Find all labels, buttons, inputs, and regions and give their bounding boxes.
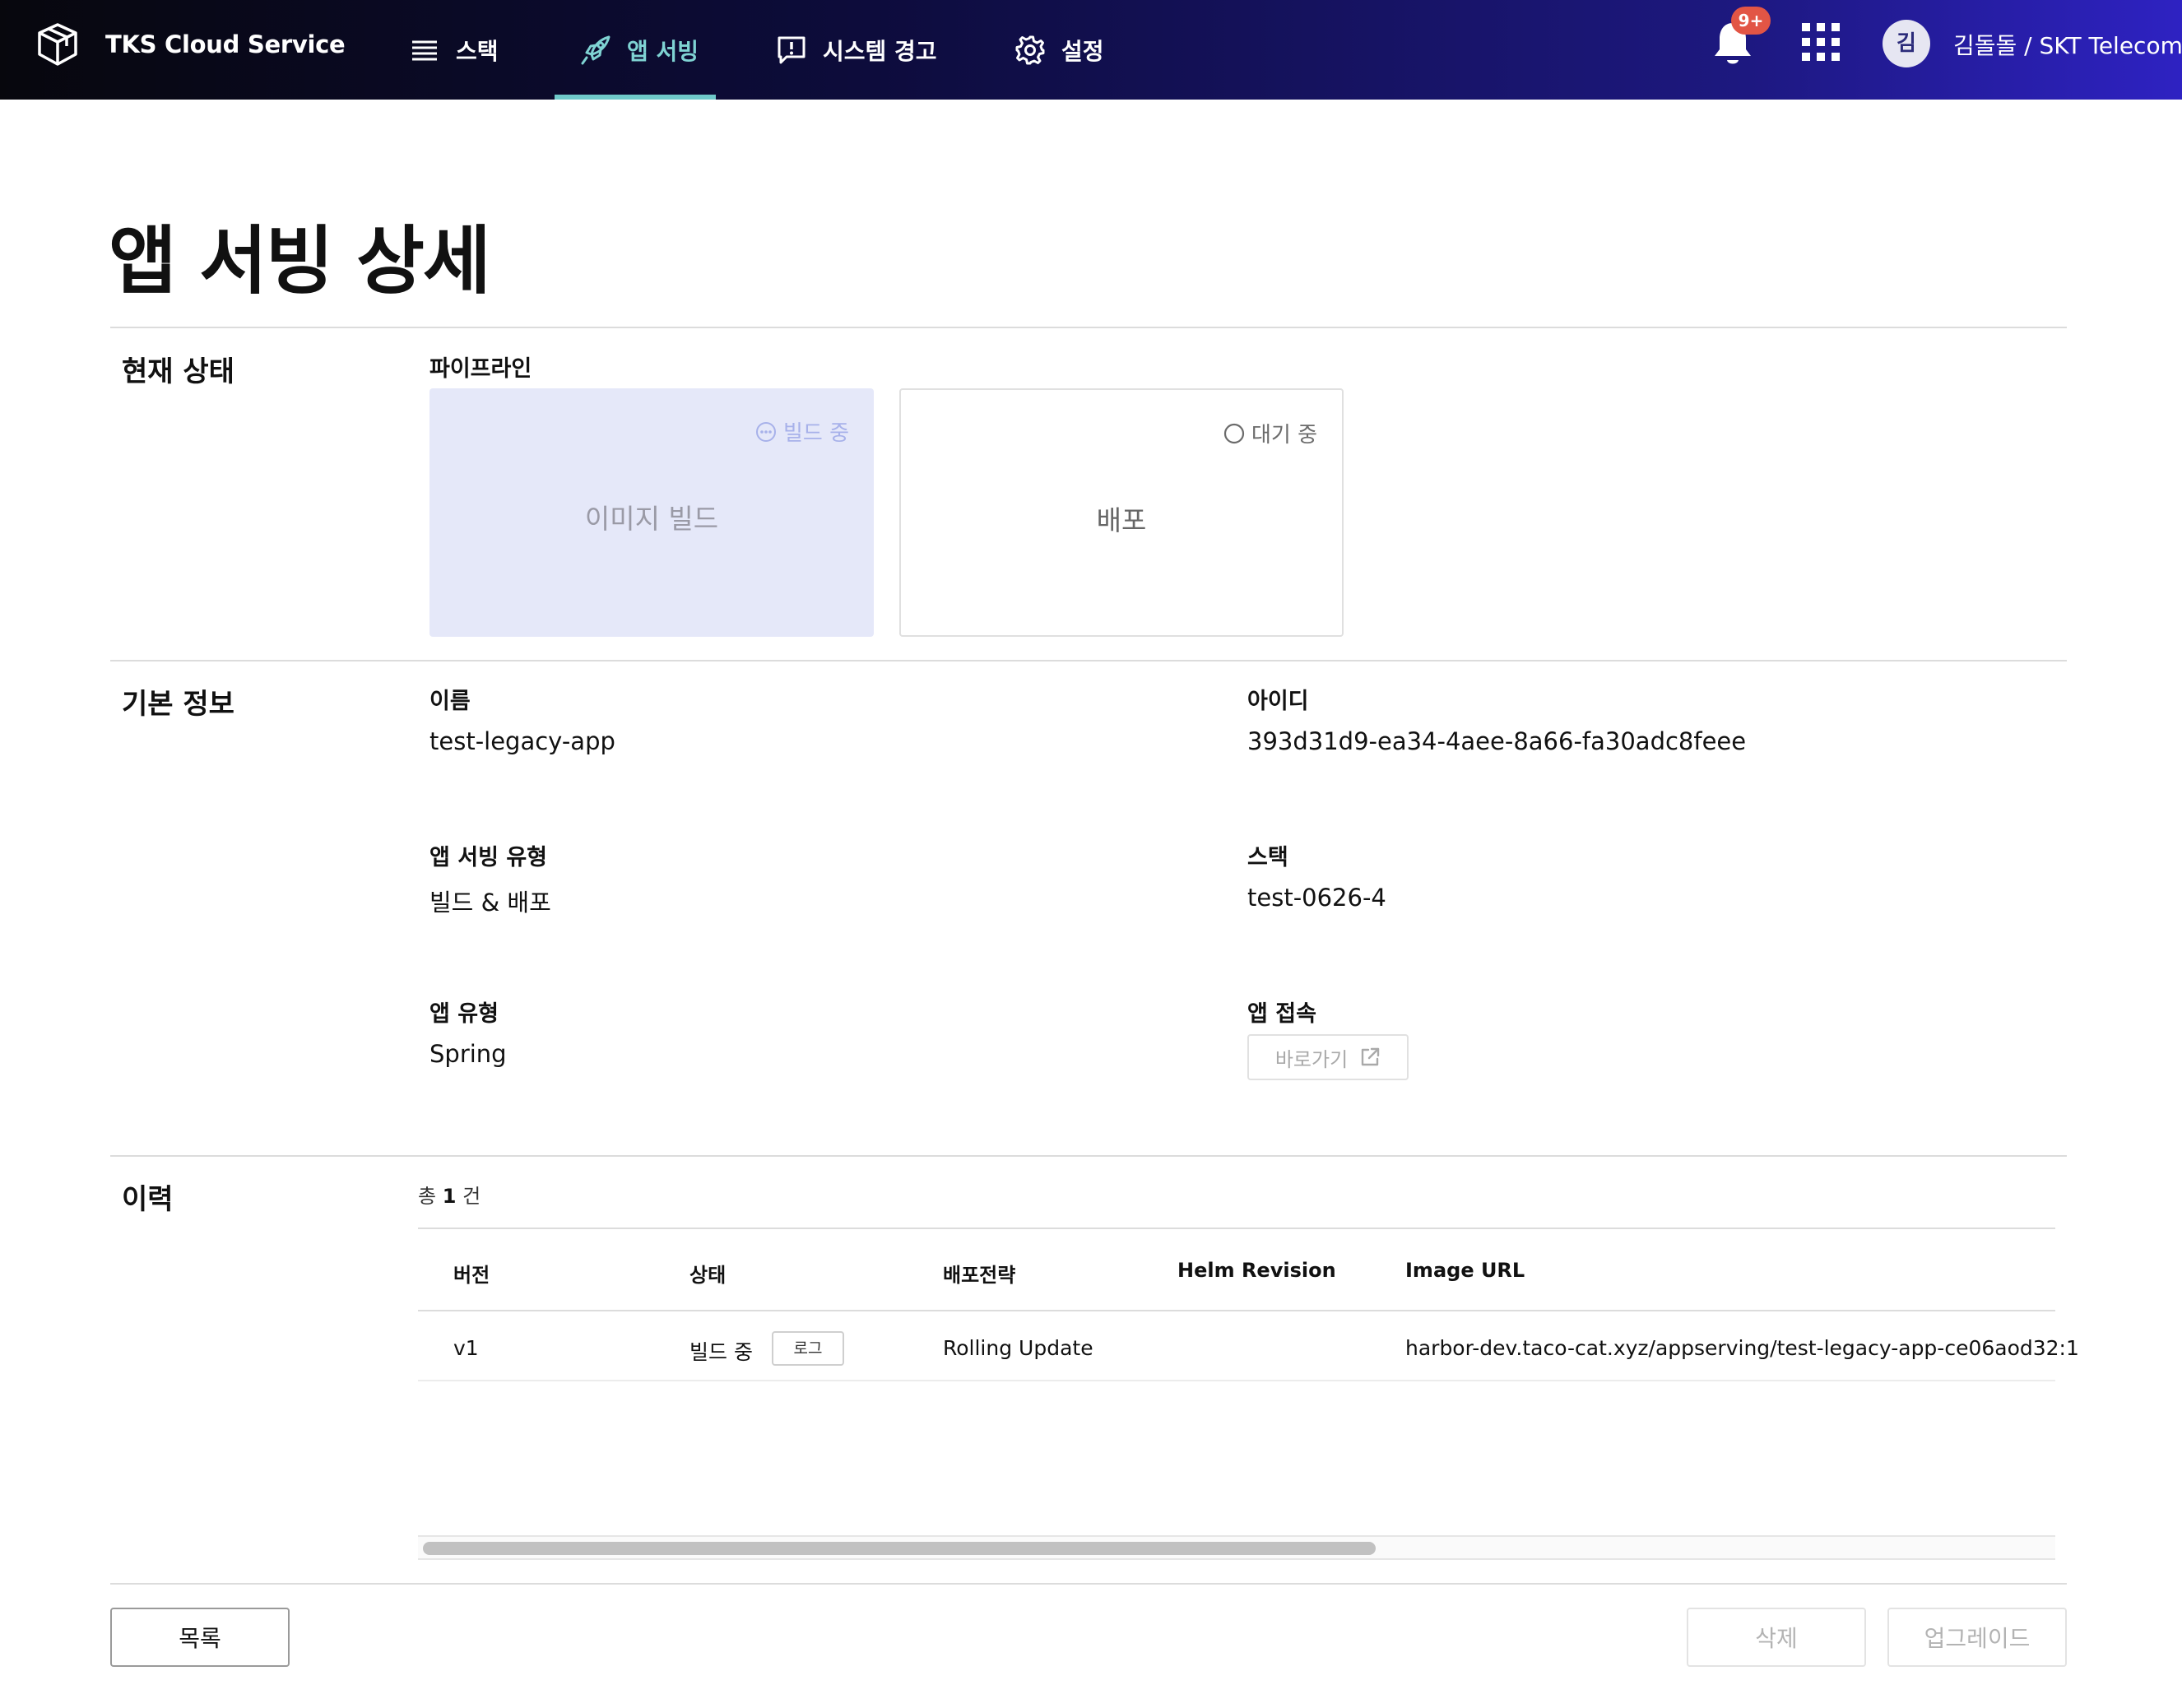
stack-value: test-0626-4 <box>1247 884 1386 912</box>
name-label: 이름 <box>429 689 471 714</box>
name-value: test-legacy-app <box>429 727 615 755</box>
serving-type-value: 빌드 & 배포 <box>429 889 551 917</box>
delete-button[interactable]: 삭제 <box>1687 1608 1866 1667</box>
count-prefix: 총 <box>418 1185 437 1208</box>
column-header-status: 상태 <box>689 1264 727 1287</box>
avatar[interactable]: 김 <box>1883 20 1930 67</box>
pipeline-label: 파이프라인 <box>429 356 532 382</box>
list-icon <box>408 34 441 67</box>
more-circle-icon <box>755 421 776 442</box>
stage-status-text: 대기 중 <box>1251 423 1317 448</box>
divider <box>110 327 2067 328</box>
column-header-image-url: Image URL <box>1405 1259 1525 1282</box>
page-title: 앱 서빙 상세 <box>109 218 491 304</box>
nav-settings-label: 설정 <box>1061 37 1104 65</box>
section-title-basic-info: 기본 정보 <box>122 688 234 721</box>
cell-strategy: Rolling Update <box>943 1336 1093 1360</box>
nav-app-serving[interactable]: 앱 서빙 <box>555 0 716 100</box>
list-button[interactable]: 목록 <box>110 1608 290 1667</box>
cell-status: 빌드 중 <box>689 1340 753 1364</box>
alert-message-icon <box>775 34 808 67</box>
shortcut-button[interactable]: 바로가기 <box>1247 1034 1409 1080</box>
notification-badge: 9+ <box>1731 7 1771 35</box>
table-top-border <box>418 1228 2055 1229</box>
nav-app-serving-label: 앱 서빙 <box>627 37 699 65</box>
divider <box>110 660 2067 661</box>
rocket-icon <box>579 34 612 67</box>
nav-system-alerts-label: 시스템 경고 <box>823 37 937 65</box>
stack-label: 스택 <box>1247 845 1288 870</box>
empty-circle-icon <box>1223 423 1245 443</box>
log-button[interactable]: 로그 <box>772 1331 844 1366</box>
scrollbar-thumb[interactable] <box>423 1542 1376 1555</box>
cube-logo-icon <box>38 23 77 66</box>
divider <box>110 1583 2067 1585</box>
stage-status-text: 빌드 중 <box>782 421 849 446</box>
table-row-border <box>418 1380 2055 1381</box>
brand-name: TKS Cloud Service <box>105 30 346 58</box>
nav-stack-label: 스택 <box>456 37 499 65</box>
column-header-helm-revision: Helm Revision <box>1177 1259 1336 1282</box>
id-value: 393d31d9-ea34-4aee-8a66-fa30adc8feee <box>1247 727 1747 755</box>
top-navigation-bar: TKS Cloud Service 스택 앱 서빙 시스템 경고 설정 9+ 김… <box>0 0 2182 100</box>
id-label: 아이디 <box>1247 689 1309 714</box>
cell-image-url: harbor-dev.taco-cat.xyz/appserving/test-… <box>1405 1336 2079 1360</box>
stage-status: 빌드 중 <box>755 416 849 447</box>
stage-status: 대기 중 <box>1223 418 1317 448</box>
table-header-border <box>418 1310 2055 1311</box>
app-grid-icon[interactable] <box>1802 23 1840 61</box>
count-value: 1 <box>442 1185 457 1208</box>
serving-type-label: 앱 서빙 유형 <box>429 845 547 870</box>
horizontal-scrollbar[interactable] <box>418 1535 2055 1560</box>
column-header-strategy: 배포전략 <box>943 1264 1016 1287</box>
pipeline-stage-deploy[interactable]: 대기 중 배포 <box>899 388 1344 637</box>
section-title-status: 현재 상태 <box>122 355 234 388</box>
nav-system-alerts[interactable]: 시스템 경고 <box>775 0 940 100</box>
history-count: 총 1 건 <box>418 1180 481 1209</box>
stage-name: 배포 <box>1096 504 1147 536</box>
cell-version: v1 <box>453 1336 479 1360</box>
stage-name: 이미지 빌드 <box>584 503 719 535</box>
app-type-label: 앱 유형 <box>429 1001 499 1027</box>
divider <box>110 1155 2067 1157</box>
app-type-value: Spring <box>429 1040 507 1068</box>
external-link-icon <box>1361 1047 1380 1066</box>
nav-settings[interactable]: 설정 <box>1014 0 1121 100</box>
brand[interactable]: TKS Cloud Service <box>35 20 346 69</box>
section-title-history: 이력 <box>122 1183 174 1216</box>
upgrade-button[interactable]: 업그레이드 <box>1887 1608 2067 1667</box>
pipeline-stage-image-build[interactable]: 빌드 중 이미지 빌드 <box>429 388 874 637</box>
shortcut-button-label: 바로가기 <box>1274 1047 1349 1071</box>
column-header-version: 버전 <box>453 1264 490 1287</box>
count-suffix: 건 <box>462 1185 481 1208</box>
user-name[interactable]: 김돌돌 / SKT Telecom <box>1953 28 2182 61</box>
gear-icon <box>1014 34 1047 67</box>
app-access-label: 앱 접속 <box>1247 1001 1316 1027</box>
nav-stack[interactable]: 스택 <box>408 0 499 100</box>
